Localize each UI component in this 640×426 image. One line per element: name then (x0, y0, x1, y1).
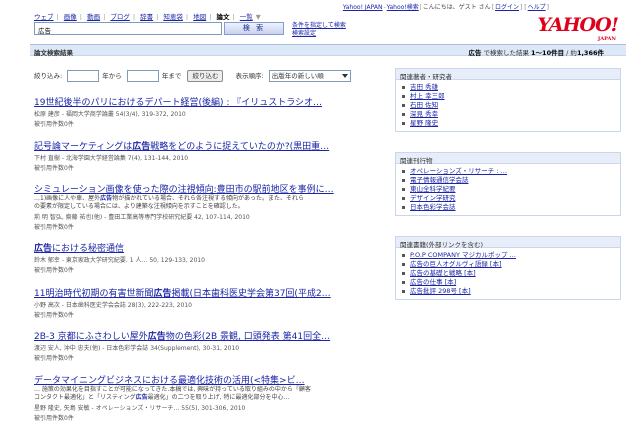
result-title[interactable]: 記号論マーケティングは広告戦略をどのように捉えていたのか?(黒田重… (34, 139, 354, 152)
yahoo-search-link[interactable]: Yahoo!検索 (387, 4, 419, 11)
filter-button[interactable]: 絞り込む (187, 70, 224, 82)
year-to-label: 年まで (161, 72, 182, 80)
filter-row: 絞り込み: 年から 年まで 絞り込む 表示順序: 出版年の新しい順 (34, 70, 351, 82)
publication-link[interactable]: オペレーションズ・リサーチ : … (402, 167, 614, 176)
result-meta: 下村 直樹 - 北海学園大学経営論集 7(4), 131-144, 2010 (34, 155, 189, 162)
author-link[interactable]: 石田 佐知 (402, 101, 614, 110)
search-input[interactable]: 広告 (34, 22, 222, 35)
search-tabs: ウェブ | 画像 | 動画 | ブログ | 辞書 | 知恵袋 | 地図 | 論文 | 一覧 ▼ (34, 13, 261, 21)
result-title[interactable]: 19世紀後半のパリにおけるデパート経営(後編) : 『イリュストラシオ… (34, 95, 354, 108)
login-link[interactable]: ログイン (495, 4, 519, 11)
search-button[interactable]: 検 索 (224, 22, 284, 35)
result-title[interactable]: 広告における秘密通信 (34, 241, 354, 254)
book-link[interactable]: P.O.P COMPANY マジカルポップ … (402, 251, 614, 260)
related-publications-heading: 関連刊行物 (396, 153, 620, 165)
result-meta: 松原 建彦 - 福岡大学商学論叢 54(3/4), 319-372, 2010 (34, 111, 186, 118)
search-settings-link[interactable]: 検索設定 (292, 30, 346, 38)
query-highlight: 広告 (34, 244, 53, 254)
result-item: 記号論マーケティングは広告戦略をどのように捉えていたのか?(黒田重… 下村 直樹… (34, 139, 354, 172)
author-link[interactable]: 吉田 秀雄 (402, 83, 614, 92)
book-link[interactable]: 広告の巨人オグルヴィ語録 [本] (402, 260, 614, 269)
related-books-heading: 関連書籍(外部リンクを含む) (396, 237, 620, 249)
result-meta: 小野 高次 - 日本歯科医史学会会誌 28(3), 222-223, 2010 (34, 302, 192, 309)
result-meta: 星野 隆史, 矢島 安敏 - オペレーションズ・リサーチ… 55(5), 301… (34, 405, 246, 412)
publication-link[interactable]: デザイン学研究 (402, 194, 614, 203)
citation-count: 被引用件数0件 (34, 415, 74, 422)
result-title[interactable]: シミュレーション画像を使った際の注視傾向:豊田市の駅前地区を事例に… (34, 182, 354, 195)
result-item: データマイニングビジネスにおける最適化技術の活用(<特集>ビ… … 施策の効果化… (34, 373, 354, 422)
tab-all[interactable]: 一覧 (240, 13, 253, 21)
filter-label: 絞り込み: (34, 72, 63, 80)
citation-count: 被引用件数0件 (34, 355, 74, 362)
tab-web[interactable]: ウェブ (34, 13, 54, 21)
result-title[interactable]: 11明治時代初期の有害世新聞広告掲載(日本歯科医史学会第37回(平成2… (34, 286, 354, 299)
book-link[interactable]: 広告の仕事 [本] (402, 278, 614, 287)
citation-count: 被引用件数0件 (34, 312, 74, 319)
result-item: シミュレーション画像を使った際の注視傾向:豊田市の駅前地区を事例に… …1)画像… (34, 182, 354, 231)
result-item: 11明治時代初期の有害世新聞広告掲載(日本歯科医史学会第37回(平成2… 小野 … (34, 286, 354, 319)
book-link[interactable]: 広告の基礎と戦略 [本] (402, 269, 614, 278)
result-meta: 鈴木 郁幸 - 東京家政大学研究紀要. 1 人… 50, 129-133, 20… (34, 257, 205, 264)
citation-count: 被引用件数0件 (34, 121, 74, 128)
tab-papers[interactable]: 論文 (216, 13, 229, 21)
tab-map[interactable]: 地図 (193, 13, 206, 21)
related-books-box: 関連書籍(外部リンクを含む) P.O.P COMPANY マジカルポップ … 広… (395, 236, 621, 300)
help-link[interactable]: ヘルプ (528, 4, 546, 11)
result-item: 広告における秘密通信 鈴木 郁幸 - 東京家政大学研究紀要. 1 人… 50, … (34, 241, 354, 274)
citation-count: 被引用件数0件 (34, 165, 74, 172)
tab-blog[interactable]: ブログ (110, 13, 130, 21)
results-header-bar: 論文検索結果 広告 で検索した結果 1〜10件目 / 約1,366件 (30, 44, 626, 57)
query-highlight: 広告 (147, 332, 166, 342)
query-highlight: 広告 (100, 195, 113, 202)
author-link[interactable]: 村上 幸三郎 (402, 92, 614, 101)
yahoo-japan-link[interactable]: Yahoo! JAPAN (343, 4, 383, 11)
result-snippet: … 施策の効果化を目指すことが可能になってきた.本稿では, 興味が持っている取り… (34, 386, 311, 401)
tab-dictionary[interactable]: 辞書 (140, 13, 153, 21)
tab-video[interactable]: 動画 (87, 13, 100, 21)
query-highlight: 広告 (135, 394, 148, 401)
tab-chiebukuro[interactable]: 知恵袋 (163, 13, 183, 21)
query-highlight: 広告 (153, 289, 172, 299)
advanced-search-link[interactable]: 条件を指定して検索 (292, 22, 346, 30)
related-authors-box: 関連著者・研究者 吉田 秀雄 村上 幸三郎 石田 佐知 深見 秀幸 星野 隆史 (395, 68, 621, 132)
citation-count: 被引用件数0件 (34, 267, 74, 274)
yahoo-logo[interactable]: YAHOO! JAPAN (538, 14, 619, 42)
tab-images[interactable]: 画像 (64, 13, 77, 21)
top-links: Yahoo! JAPAN-Yahoo!検索|こんにちは、ゲスト さん[ログイン]… (342, 4, 549, 11)
citation-count: 被引用件数0件 (34, 224, 74, 231)
author-link[interactable]: 星野 隆史 (402, 119, 614, 128)
related-authors-heading: 関連著者・研究者 (396, 69, 620, 81)
sort-select[interactable]: 出版年の新しい順 (268, 70, 351, 82)
year-from-input[interactable] (67, 70, 100, 82)
result-meta: 渡辺 安人, 沖中 忠夫(他) - 日本色彩学会誌 34(Supplement)… (34, 345, 240, 352)
publication-link[interactable]: 日本色彩学会誌 (402, 203, 614, 212)
result-meta: 荊 明 智弘, 齋藤 祐也(他) - 豊田工業高等専門学校研究紀要 42, 10… (34, 214, 250, 221)
publication-link[interactable]: 東山全科学紀要 (402, 185, 614, 194)
related-publications-box: 関連刊行物 オペレーションズ・リサーチ : … 電子情報通信学会誌 東山全科学紀… (395, 152, 621, 216)
year-to-input[interactable] (126, 70, 159, 82)
author-link[interactable]: 深見 秀幸 (402, 110, 614, 119)
greeting: こんにちは、ゲスト さん (422, 4, 491, 11)
publication-link[interactable]: 電子情報通信学会誌 (402, 176, 614, 185)
result-title[interactable]: 2B-3 京都にふさわしい屋外広告物の色彩(2B 景観, 口頭発表 第41回全… (34, 329, 354, 342)
results-title: 論文検索結果 (34, 49, 73, 57)
year-from-label: 年から (102, 72, 122, 80)
results-count: 広告 で検索した結果 1〜10件目 / 約1,366件 (468, 49, 604, 57)
book-link[interactable]: 広告批評 298号 [本] (402, 287, 614, 296)
result-title[interactable]: データマイニングビジネスにおける最適化技術の活用(<特集>ビ… (34, 373, 354, 386)
result-snippet: …1)画像に人や車、屋外広告物が描かれている場合、それら各注視する傾向があった。… (34, 195, 305, 210)
result-item: 2B-3 京都にふさわしい屋外広告物の色彩(2B 景観, 口頭発表 第41回全…… (34, 329, 354, 362)
advanced-search-links: 条件を指定して検索 検索設定 (292, 22, 346, 38)
result-item: 19世紀後半のパリにおけるデパート経営(後編) : 『イリュストラシオ… 松原 … (34, 95, 354, 128)
sort-label: 表示順序: (235, 72, 264, 80)
